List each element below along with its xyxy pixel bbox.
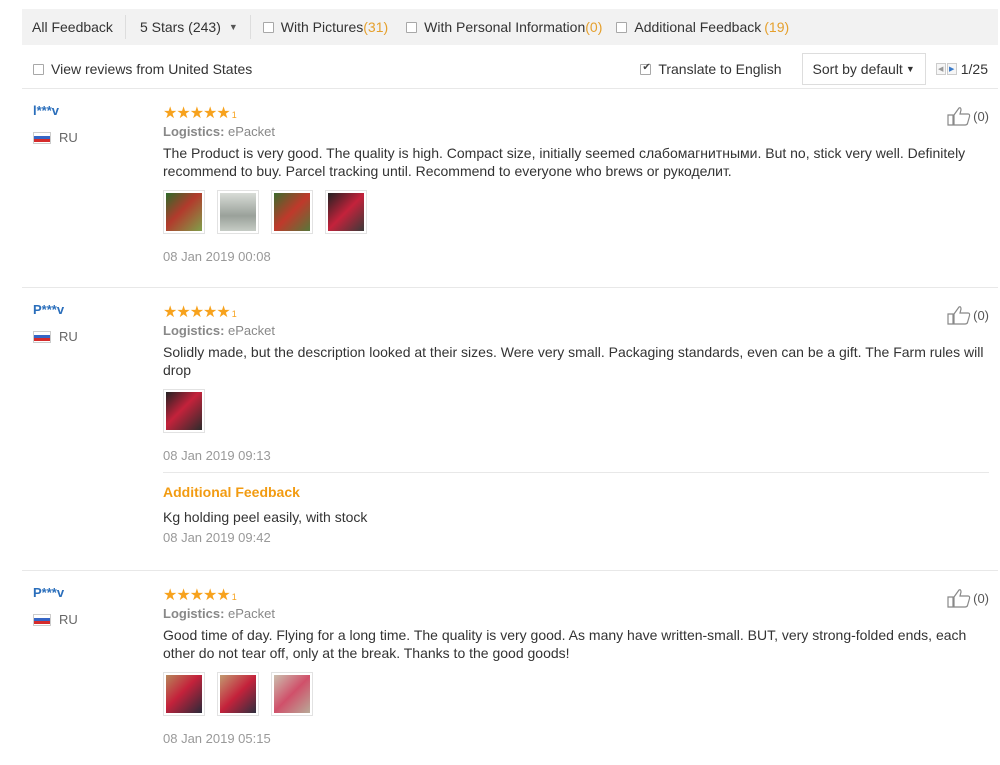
review-images xyxy=(163,389,993,433)
options-row: View reviews from United States Translat… xyxy=(22,52,998,86)
review-image-thumbnail[interactable] xyxy=(163,389,205,433)
divider xyxy=(163,472,989,473)
review-image-thumbnail[interactable] xyxy=(271,672,313,716)
review-images xyxy=(163,190,993,234)
prev-page-button[interactable]: ◀ xyxy=(935,63,946,75)
review-image-thumbnail[interactable] xyxy=(271,190,313,234)
next-page-button[interactable]: ▶ xyxy=(946,63,957,75)
review-text: The Product is very good. The quality is… xyxy=(163,145,966,179)
reviewer-country: RU xyxy=(33,329,78,344)
chevron-down-icon: ▼ xyxy=(905,64,915,74)
all-feedback-label: All Feedback xyxy=(32,19,113,35)
divider xyxy=(22,287,998,288)
helpful-button[interactable]: (0) xyxy=(947,305,989,325)
country-code: RU xyxy=(59,130,78,145)
with-pictures-checkbox[interactable] xyxy=(262,21,274,33)
translate-label: Translate to English xyxy=(658,61,782,77)
thumbs-up-icon xyxy=(947,589,971,608)
review-date: 08 Jan 2019 00:08 xyxy=(163,249,271,264)
helpful-count: (0) xyxy=(973,108,989,124)
star-rating-select[interactable]: 5 Stars (243) ▼ xyxy=(126,15,251,39)
review-image-thumbnail[interactable] xyxy=(217,190,259,234)
review-image-thumbnail[interactable] xyxy=(217,672,259,716)
additional-feedback-date: 08 Jan 2019 09:42 xyxy=(163,530,271,545)
reviewer-country: RU xyxy=(33,612,78,627)
review-text: Good time of day. Flying for a long time… xyxy=(163,627,967,661)
star-rating: ★★★★★ 1 xyxy=(163,587,237,604)
page-indicator: 1/25 xyxy=(960,61,988,77)
additional-feedback-label: Additional Feedback xyxy=(634,19,762,35)
logistics-info: Logistics: ePacket xyxy=(163,323,276,338)
review-image-thumbnail[interactable] xyxy=(163,190,205,234)
translate-checkbox[interactable] xyxy=(640,62,652,75)
country-code: RU xyxy=(59,329,78,344)
review-text: Solidly made, but the description looked… xyxy=(163,344,984,378)
russia-flag-icon xyxy=(33,330,51,343)
reviewer-name[interactable]: l***v xyxy=(33,103,59,118)
thumbs-up-icon xyxy=(947,107,971,126)
helpful-count: (0) xyxy=(973,307,989,323)
pagination: ◀ ▶ 1/25 xyxy=(935,61,988,77)
additional-feedback: Additional Feedback Kg holding peel easi… xyxy=(163,484,993,545)
view-us-checkbox[interactable] xyxy=(33,63,44,75)
personal-info-filter[interactable]: With Personal Information (0) xyxy=(388,9,602,45)
review-image-thumbnail[interactable] xyxy=(163,672,205,716)
russia-flag-icon xyxy=(33,613,51,626)
with-pictures-filter[interactable]: With Pictures (31) xyxy=(251,9,388,45)
logistics-info: Logistics: ePacket xyxy=(163,606,276,621)
additional-feedback-count: (19) xyxy=(764,19,790,35)
reviewer-name[interactable]: P***v xyxy=(33,585,64,600)
sort-select[interactable]: Sort by default ▼ xyxy=(801,53,926,85)
feedback-filter-bar: All Feedback 5 Stars (243) ▼ With Pictur… xyxy=(22,9,998,45)
star-rating-select-value: 5 Stars (243) xyxy=(139,19,221,35)
russia-flag-icon xyxy=(33,131,51,144)
chevron-down-icon: ▼ xyxy=(228,22,238,32)
with-pictures-label: With Pictures xyxy=(280,19,364,35)
thumbs-up-icon xyxy=(947,306,971,325)
personal-info-checkbox[interactable] xyxy=(406,21,418,33)
helpful-button[interactable]: (0) xyxy=(947,106,989,126)
personal-info-label: With Personal Information xyxy=(424,19,586,35)
review-date: 08 Jan 2019 05:15 xyxy=(163,731,271,746)
country-code: RU xyxy=(59,612,78,627)
reviewer-country: RU xyxy=(33,130,78,145)
additional-feedback-filter[interactable]: Additional Feedback (19) xyxy=(602,9,789,45)
with-pictures-count: (31) xyxy=(363,19,389,35)
additional-feedback-text: Kg holding peel easily, with stock xyxy=(163,509,368,525)
helpful-button[interactable]: (0) xyxy=(947,588,989,608)
translate-toggle[interactable]: Translate to English xyxy=(640,61,782,77)
all-feedback-tab[interactable]: All Feedback xyxy=(22,15,126,39)
helpful-count: (0) xyxy=(973,590,989,606)
review-image-thumbnail[interactable] xyxy=(325,190,367,234)
divider xyxy=(22,88,998,89)
view-us-filter[interactable]: View reviews from United States xyxy=(22,61,252,77)
divider xyxy=(22,570,998,571)
sort-select-value: Sort by default xyxy=(812,61,903,77)
star-rating: ★★★★★ 1 xyxy=(163,304,237,321)
reviewer-name[interactable]: P***v xyxy=(33,302,64,317)
additional-feedback-checkbox[interactable] xyxy=(616,21,628,33)
view-us-label: View reviews from United States xyxy=(51,61,253,77)
logistics-info: Logistics: ePacket xyxy=(163,124,276,139)
additional-feedback-title: Additional Feedback xyxy=(163,484,300,500)
star-rating: ★★★★★ 1 xyxy=(163,105,237,122)
review-images xyxy=(163,672,993,716)
review-date: 08 Jan 2019 09:13 xyxy=(163,448,271,463)
personal-info-count: (0) xyxy=(585,19,603,35)
